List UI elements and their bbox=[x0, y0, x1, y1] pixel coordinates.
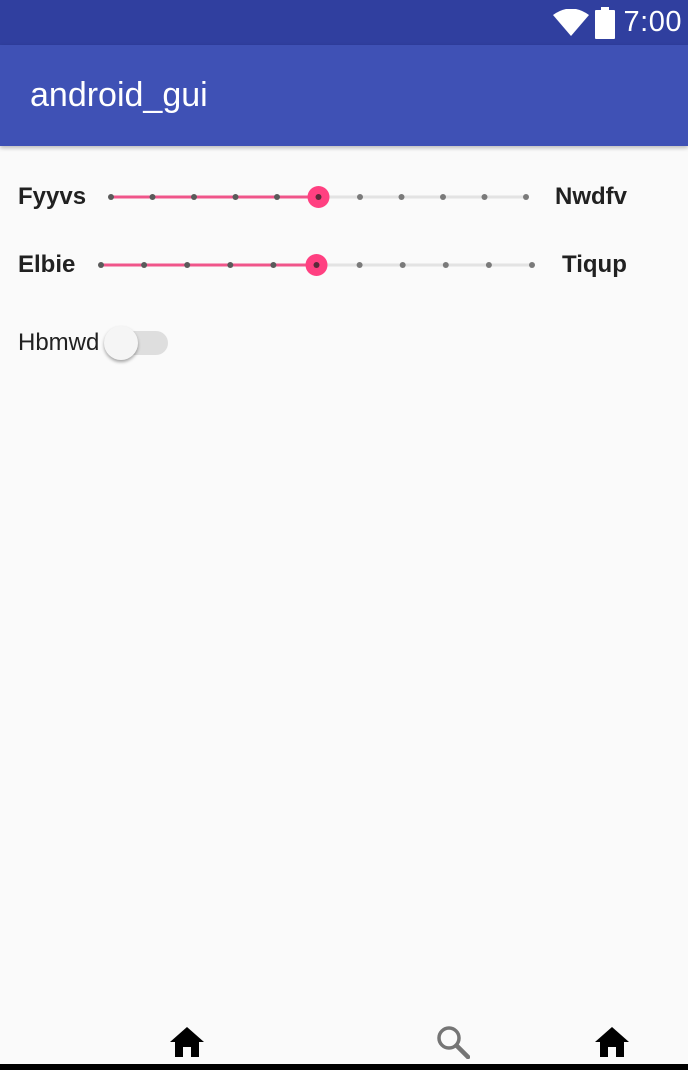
wifi-icon bbox=[552, 8, 589, 37]
app-title: android_gui bbox=[30, 76, 208, 114]
app-bar: android_gui bbox=[0, 45, 688, 146]
status-icons: 7:00 bbox=[552, 0, 682, 45]
slider-2-right-label: Tiqup bbox=[562, 251, 627, 278]
slider-1[interactable] bbox=[108, 172, 529, 222]
slider-tick bbox=[274, 194, 280, 200]
slider-2-left-label: Elbie bbox=[18, 251, 76, 278]
nav-search-button[interactable] bbox=[433, 1024, 473, 1064]
nav-home-button-2[interactable] bbox=[592, 1024, 632, 1064]
slider-tick bbox=[523, 194, 529, 200]
home-icon bbox=[594, 1026, 630, 1063]
slider-tick bbox=[440, 194, 446, 200]
slider-row-1: Fyyvs Nwdfv bbox=[0, 172, 688, 222]
slider-tick bbox=[357, 194, 363, 200]
slider-tick bbox=[529, 262, 535, 268]
slider-tick bbox=[149, 194, 156, 200]
slider-tick bbox=[232, 194, 239, 200]
switch-label: Hbmwd bbox=[18, 329, 100, 356]
slider-tick bbox=[481, 194, 488, 200]
slider-tick bbox=[98, 262, 104, 268]
slider-tick bbox=[399, 262, 406, 268]
slider-tick bbox=[442, 262, 449, 268]
slider-tick bbox=[356, 262, 363, 268]
status-time: 7:00 bbox=[623, 6, 682, 38]
slider-1-right-label: Nwdfv bbox=[555, 183, 627, 210]
slider-tick bbox=[141, 262, 148, 268]
nav-home-button[interactable] bbox=[167, 1024, 207, 1064]
slider-tick bbox=[398, 194, 405, 200]
switch-row: Hbmwd bbox=[0, 318, 688, 368]
slider-tick bbox=[108, 194, 114, 200]
bottom-navigation bbox=[0, 1020, 688, 1064]
slider-graphic bbox=[98, 254, 535, 276]
slider-1-left-label: Fyyvs bbox=[18, 183, 87, 210]
slider-tick bbox=[191, 194, 197, 200]
home-icon bbox=[169, 1026, 205, 1063]
slider-row-2: Elbie Tiqup bbox=[0, 240, 688, 290]
search-icon bbox=[436, 1025, 471, 1064]
slider-thumb-tick bbox=[313, 262, 320, 268]
switch-thumb[interactable] bbox=[104, 326, 138, 360]
status-bar: 7:00 bbox=[0, 0, 688, 45]
slider-tick bbox=[227, 262, 234, 268]
slider-tick bbox=[270, 262, 277, 268]
slider-tick bbox=[184, 262, 191, 268]
slider-tick bbox=[485, 262, 492, 268]
slider-2[interactable] bbox=[98, 240, 535, 290]
battery-icon bbox=[594, 6, 615, 39]
system-nav-bar bbox=[0, 1064, 688, 1070]
slider-graphic bbox=[108, 186, 529, 208]
slider-thumb-tick bbox=[315, 194, 322, 200]
